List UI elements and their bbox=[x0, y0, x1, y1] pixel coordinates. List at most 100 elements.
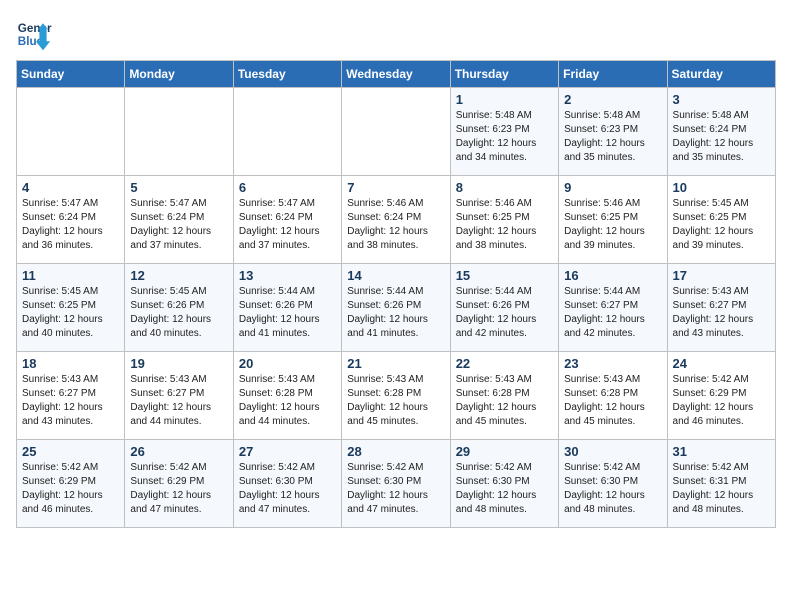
day-number: 26 bbox=[130, 444, 227, 459]
logo: General Blue bbox=[16, 16, 52, 52]
week-row-4: 18Sunrise: 5:43 AM Sunset: 6:27 PM Dayli… bbox=[17, 352, 776, 440]
day-header-friday: Friday bbox=[559, 61, 667, 88]
cell-info: Sunrise: 5:43 AM Sunset: 6:27 PM Dayligh… bbox=[673, 285, 770, 341]
page-header: General Blue bbox=[16, 16, 776, 52]
calendar-cell: 2 Sunrise: 5:48 AM Sunset: 6:23 PM Daylig… bbox=[559, 88, 667, 176]
calendar-cell: 6Sunrise: 5:47 AM Sunset: 6:24 PM Daylig… bbox=[233, 176, 341, 264]
logo-icon: General Blue bbox=[16, 16, 52, 52]
cell-info: Sunrise: 5:44 AM Sunset: 6:27 PM Dayligh… bbox=[564, 285, 661, 341]
day-number: 4 bbox=[22, 180, 119, 195]
day-header-monday: Monday bbox=[125, 61, 233, 88]
day-number: 19 bbox=[130, 356, 227, 371]
day-number: 1 bbox=[456, 92, 553, 107]
calendar-cell: 11Sunrise: 5:45 AM Sunset: 6:25 PM Dayli… bbox=[17, 264, 125, 352]
day-number: 6 bbox=[239, 180, 336, 195]
cell-info: Sunrise: 5:42 AM Sunset: 6:29 PM Dayligh… bbox=[673, 373, 770, 429]
calendar-cell: 10 Sunrise: 5:45 AM Sunset: 6:25 PM Dayli… bbox=[667, 176, 775, 264]
day-header-saturday: Saturday bbox=[667, 61, 775, 88]
cell-info: Sunrise: 5:42 AM Sunset: 6:30 PM Dayligh… bbox=[347, 461, 444, 517]
cell-info: Sunrise: 5:42 AM Sunset: 6:31 PM Dayligh… bbox=[673, 461, 770, 517]
day-number: 23 bbox=[564, 356, 661, 371]
calendar-cell: 26 Sunrise: 5:42 AM Sunset: 6:29 PM Dayli… bbox=[125, 440, 233, 528]
cell-info: Sunrise: 5:48 AM Sunset: 6:23 PM Dayligh… bbox=[564, 109, 661, 165]
cell-info: Sunrise: 5:43 AM Sunset: 6:28 PM Dayligh… bbox=[239, 373, 336, 429]
calendar-cell: 12 Sunrise: 5:45 AM Sunset: 6:26 PM Dayli… bbox=[125, 264, 233, 352]
calendar-cell: 17Sunrise: 5:43 AM Sunset: 6:27 PM Dayli… bbox=[667, 264, 775, 352]
day-number: 8 bbox=[456, 180, 553, 195]
day-number: 2 bbox=[564, 92, 661, 107]
day-number: 7 bbox=[347, 180, 444, 195]
day-number: 24 bbox=[673, 356, 770, 371]
day-number: 11 bbox=[22, 268, 119, 283]
day-number: 5 bbox=[130, 180, 227, 195]
calendar-cell: 7 Sunrise: 5:46 AM Sunset: 6:24 PM Daylig… bbox=[342, 176, 450, 264]
calendar-cell: 9 Sunrise: 5:46 AM Sunset: 6:25 PM Daylig… bbox=[559, 176, 667, 264]
calendar-cell bbox=[342, 88, 450, 176]
cell-info: Sunrise: 5:44 AM Sunset: 6:26 PM Dayligh… bbox=[456, 285, 553, 341]
calendar-table: SundayMondayTuesdayWednesdayThursdayFrid… bbox=[16, 60, 776, 528]
cell-info: Sunrise: 5:42 AM Sunset: 6:29 PM Dayligh… bbox=[130, 461, 227, 517]
day-number: 20 bbox=[239, 356, 336, 371]
cell-info: Sunrise: 5:43 AM Sunset: 6:28 PM Dayligh… bbox=[564, 373, 661, 429]
week-row-5: 25 Sunrise: 5:42 AM Sunset: 6:29 PM Dayli… bbox=[17, 440, 776, 528]
day-number: 10 bbox=[673, 180, 770, 195]
day-number: 9 bbox=[564, 180, 661, 195]
calendar-cell: 14 Sunrise: 5:44 AM Sunset: 6:26 PM Dayli… bbox=[342, 264, 450, 352]
calendar-cell: 5 Sunrise: 5:47 AM Sunset: 6:24 PM Daylig… bbox=[125, 176, 233, 264]
day-number: 3 bbox=[673, 92, 770, 107]
calendar-cell: 15 Sunrise: 5:44 AM Sunset: 6:26 PM Dayli… bbox=[450, 264, 558, 352]
cell-info: Sunrise: 5:45 AM Sunset: 6:26 PM Dayligh… bbox=[130, 285, 227, 341]
day-number: 14 bbox=[347, 268, 444, 283]
cell-info: Sunrise: 5:43 AM Sunset: 6:28 PM Dayligh… bbox=[347, 373, 444, 429]
day-number: 12 bbox=[130, 268, 227, 283]
cell-info: Sunrise: 5:44 AM Sunset: 6:26 PM Dayligh… bbox=[239, 285, 336, 341]
day-number: 27 bbox=[239, 444, 336, 459]
calendar-cell: 8 Sunrise: 5:46 AM Sunset: 6:25 PM Daylig… bbox=[450, 176, 558, 264]
calendar-cell: 28Sunrise: 5:42 AM Sunset: 6:30 PM Dayli… bbox=[342, 440, 450, 528]
day-number: 22 bbox=[456, 356, 553, 371]
day-number: 25 bbox=[22, 444, 119, 459]
cell-info: Sunrise: 5:43 AM Sunset: 6:28 PM Dayligh… bbox=[456, 373, 553, 429]
cell-info: Sunrise: 5:48 AM Sunset: 6:24 PM Dayligh… bbox=[673, 109, 770, 165]
calendar-cell: 22 Sunrise: 5:43 AM Sunset: 6:28 PM Dayli… bbox=[450, 352, 558, 440]
day-header-thursday: Thursday bbox=[450, 61, 558, 88]
cell-info: Sunrise: 5:47 AM Sunset: 6:24 PM Dayligh… bbox=[22, 197, 119, 253]
calendar-cell: 1 Sunrise: 5:48 AM Sunset: 6:23 PM Daylig… bbox=[450, 88, 558, 176]
day-number: 31 bbox=[673, 444, 770, 459]
calendar-cell: 18Sunrise: 5:43 AM Sunset: 6:27 PM Dayli… bbox=[17, 352, 125, 440]
cell-info: Sunrise: 5:48 AM Sunset: 6:23 PM Dayligh… bbox=[456, 109, 553, 165]
day-header-tuesday: Tuesday bbox=[233, 61, 341, 88]
calendar-cell bbox=[233, 88, 341, 176]
calendar-cell: 24 Sunrise: 5:42 AM Sunset: 6:29 PM Dayli… bbox=[667, 352, 775, 440]
week-row-2: 4 Sunrise: 5:47 AM Sunset: 6:24 PM Daylig… bbox=[17, 176, 776, 264]
cell-info: Sunrise: 5:44 AM Sunset: 6:26 PM Dayligh… bbox=[347, 285, 444, 341]
cell-info: Sunrise: 5:43 AM Sunset: 6:27 PM Dayligh… bbox=[22, 373, 119, 429]
calendar-cell bbox=[125, 88, 233, 176]
cell-info: Sunrise: 5:46 AM Sunset: 6:24 PM Dayligh… bbox=[347, 197, 444, 253]
week-row-3: 11Sunrise: 5:45 AM Sunset: 6:25 PM Dayli… bbox=[17, 264, 776, 352]
cell-info: Sunrise: 5:46 AM Sunset: 6:25 PM Dayligh… bbox=[456, 197, 553, 253]
calendar-cell: 3 Sunrise: 5:48 AM Sunset: 6:24 PM Daylig… bbox=[667, 88, 775, 176]
calendar-cell: 30Sunrise: 5:42 AM Sunset: 6:30 PM Dayli… bbox=[559, 440, 667, 528]
cell-info: Sunrise: 5:47 AM Sunset: 6:24 PM Dayligh… bbox=[130, 197, 227, 253]
calendar-cell: 19 Sunrise: 5:43 AM Sunset: 6:27 PM Dayli… bbox=[125, 352, 233, 440]
calendar-cell: 13Sunrise: 5:44 AM Sunset: 6:26 PM Dayli… bbox=[233, 264, 341, 352]
cell-info: Sunrise: 5:45 AM Sunset: 6:25 PM Dayligh… bbox=[673, 197, 770, 253]
calendar-cell: 16 Sunrise: 5:44 AM Sunset: 6:27 PM Dayli… bbox=[559, 264, 667, 352]
cell-info: Sunrise: 5:43 AM Sunset: 6:27 PM Dayligh… bbox=[130, 373, 227, 429]
days-header-row: SundayMondayTuesdayWednesdayThursdayFrid… bbox=[17, 61, 776, 88]
cell-info: Sunrise: 5:46 AM Sunset: 6:25 PM Dayligh… bbox=[564, 197, 661, 253]
calendar-cell: 23 Sunrise: 5:43 AM Sunset: 6:28 PM Dayli… bbox=[559, 352, 667, 440]
calendar-cell: 29Sunrise: 5:42 AM Sunset: 6:30 PM Dayli… bbox=[450, 440, 558, 528]
day-header-wednesday: Wednesday bbox=[342, 61, 450, 88]
day-header-sunday: Sunday bbox=[17, 61, 125, 88]
calendar-cell bbox=[17, 88, 125, 176]
calendar-cell: 20 Sunrise: 5:43 AM Sunset: 6:28 PM Dayli… bbox=[233, 352, 341, 440]
day-number: 21 bbox=[347, 356, 444, 371]
calendar-cell: 25Sunrise: 5:42 AM Sunset: 6:29 PM Dayli… bbox=[17, 440, 125, 528]
calendar-cell: 27Sunrise: 5:42 AM Sunset: 6:30 PM Dayli… bbox=[233, 440, 341, 528]
calendar-cell: 21 Sunrise: 5:43 AM Sunset: 6:28 PM Dayli… bbox=[342, 352, 450, 440]
day-number: 15 bbox=[456, 268, 553, 283]
day-number: 30 bbox=[564, 444, 661, 459]
day-number: 16 bbox=[564, 268, 661, 283]
